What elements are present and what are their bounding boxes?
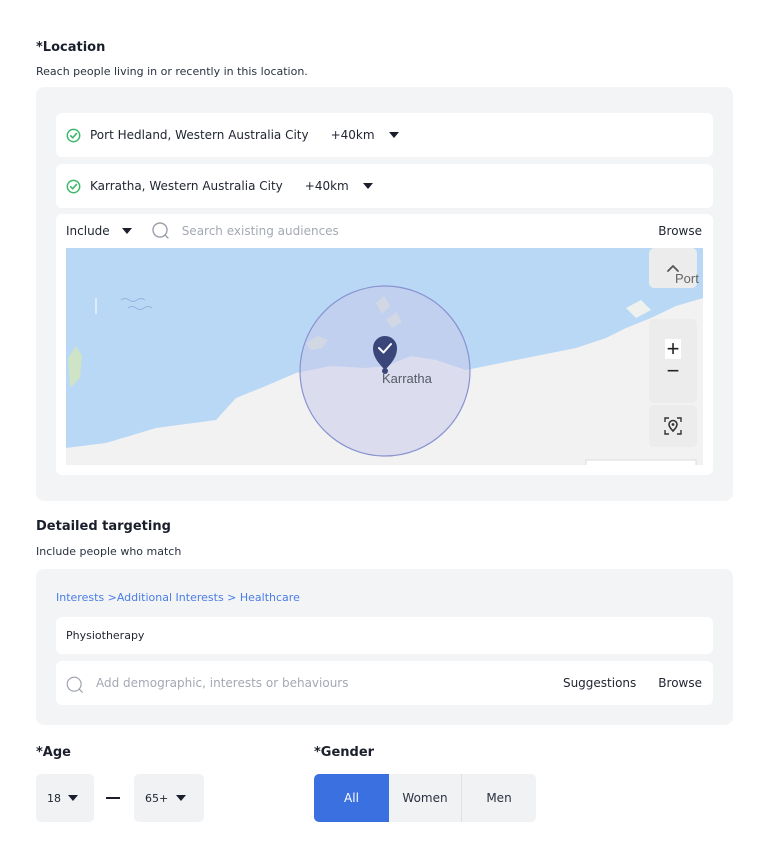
browse-link[interactable]: Browse: [658, 224, 702, 238]
suggestions-link[interactable]: Suggestions: [563, 676, 636, 690]
radius-value: +40km: [330, 128, 375, 142]
selected-interest[interactable]: Physiotherapy: [56, 617, 713, 654]
map-edge-label: Port: [675, 271, 699, 286]
targeting-subtitle: Include people who match: [36, 545, 182, 558]
gender-selector: All Women Men: [314, 774, 536, 822]
targeting-search-input[interactable]: Add demographic, interests or behaviours: [96, 676, 349, 690]
locate-pin-icon: [664, 417, 682, 435]
gender-option-men[interactable]: Men: [462, 774, 536, 822]
targeting-panel: Interests >Additional Interests > Health…: [36, 569, 733, 725]
age-range-dash: [106, 797, 120, 799]
zoom-out-button[interactable]: −: [667, 359, 680, 383]
browse-link[interactable]: Browse: [658, 676, 702, 690]
check-circle-icon: [66, 128, 81, 143]
location-name: Port Hedland, Western Australia City: [90, 128, 309, 142]
location-title: *Location: [36, 40, 106, 55]
locate-button[interactable]: [649, 405, 697, 447]
age-max-dropdown[interactable]: 65+: [134, 774, 204, 822]
interest-breadcrumb[interactable]: Interests >Additional Interests > Health…: [56, 591, 300, 604]
location-subtitle: Reach people living in or recently in th…: [36, 65, 308, 78]
include-dropdown[interactable]: Include: [66, 224, 132, 238]
map-canvas: Karratha: [66, 248, 703, 469]
search-icon: [151, 222, 170, 240]
zoom-in-button[interactable]: +: [664, 338, 682, 360]
location-panel: Port Hedland, Western Australia City +40…: [36, 87, 733, 501]
radius-dropdown-icon[interactable]: [362, 183, 373, 189]
chevron-down-icon: [176, 795, 187, 801]
check-circle-icon: [66, 179, 81, 194]
age-title: *Age: [36, 745, 71, 760]
chevron-down-icon: [68, 795, 78, 801]
map-toolbar: Include Search existing audiences Browse: [56, 214, 713, 248]
location-item-karratha[interactable]: Karratha, Western Australia City +40km: [56, 164, 713, 208]
chevron-down-icon: [121, 228, 132, 234]
targeting-search-row: Add demographic, interests or behaviours…: [56, 661, 713, 705]
location-name: Karratha, Western Australia City: [90, 179, 283, 193]
gender-title: *Gender: [314, 745, 375, 760]
map-view[interactable]: Karratha Port + −: [66, 248, 703, 469]
age-max-value: 65+: [145, 791, 169, 805]
audience-search-input[interactable]: Search existing audiences: [182, 224, 339, 238]
zoom-controls: + −: [649, 319, 697, 403]
map-pin-label: Karratha: [382, 371, 433, 386]
location-item-port-hedland[interactable]: Port Hedland, Western Australia City +40…: [56, 113, 713, 157]
map-card: Include Search existing audiences Browse: [56, 214, 713, 475]
radius-value: +40km: [304, 179, 349, 193]
gender-option-all[interactable]: All: [314, 774, 389, 822]
radius-dropdown-icon[interactable]: [388, 132, 399, 138]
gender-option-women[interactable]: Women: [389, 774, 461, 822]
age-min-dropdown[interactable]: 18: [36, 774, 94, 822]
search-icon: [66, 674, 84, 693]
include-label: Include: [66, 224, 110, 238]
targeting-title: Detailed targeting: [36, 519, 171, 534]
age-min-value: 18: [47, 791, 61, 805]
